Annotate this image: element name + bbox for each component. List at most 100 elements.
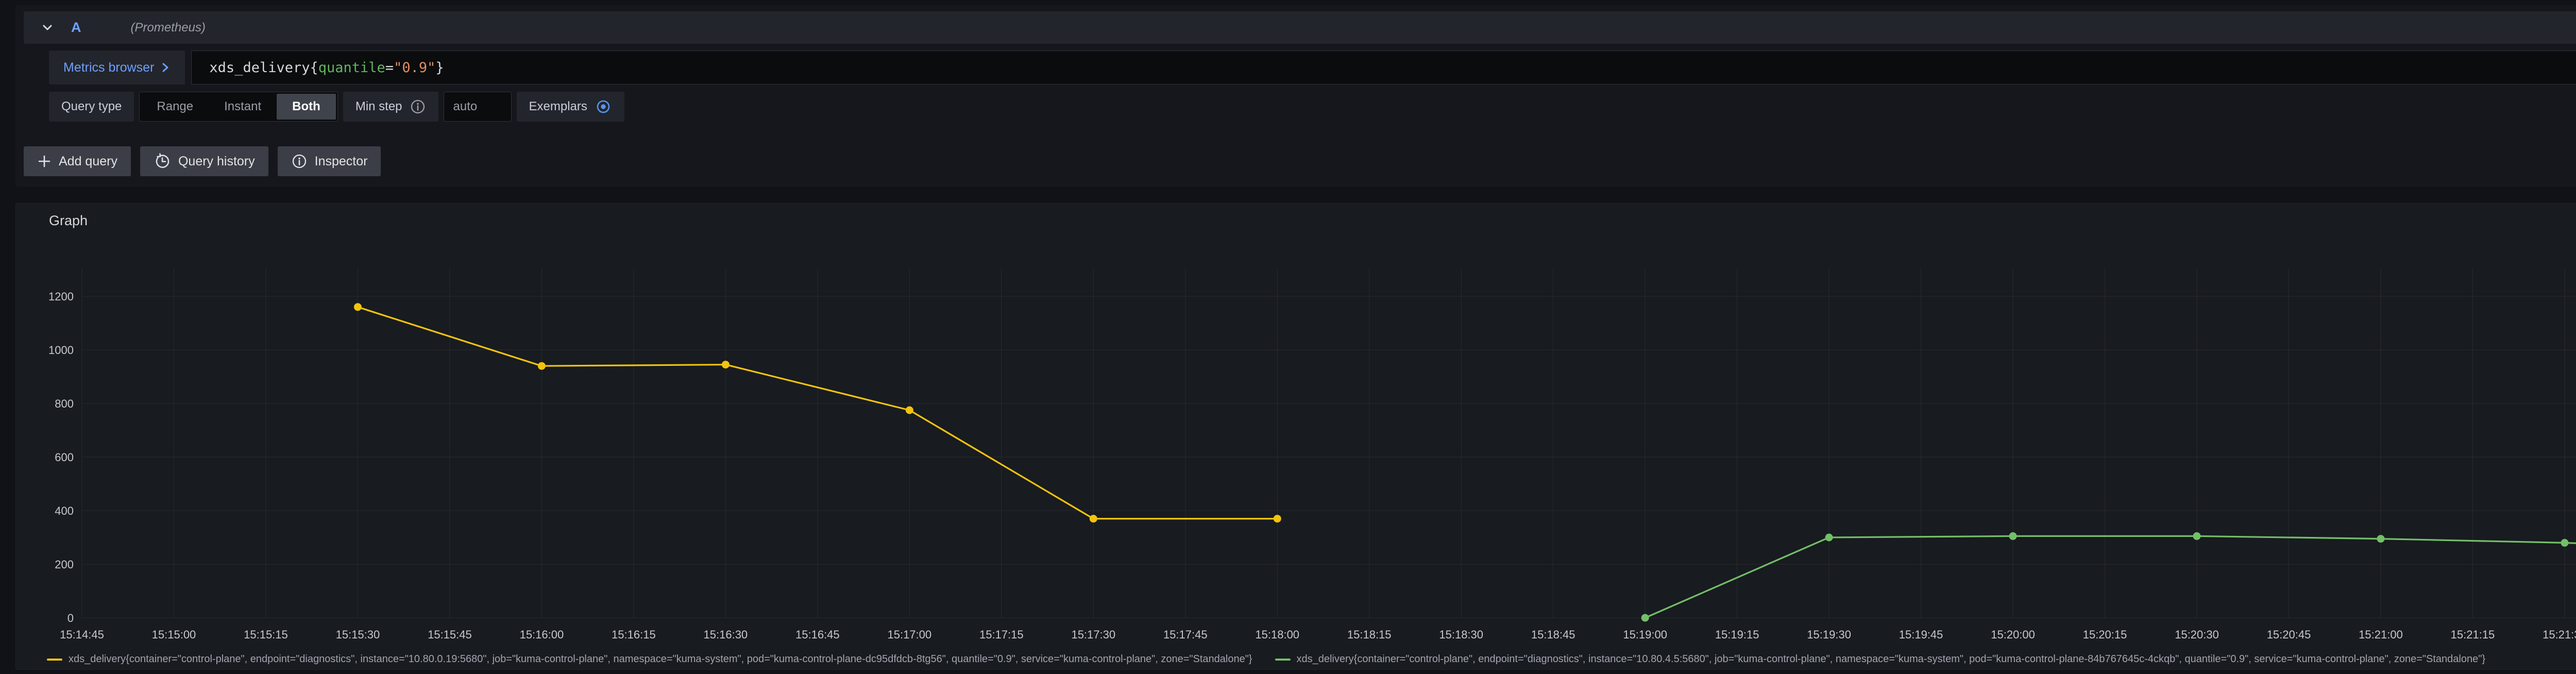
x-axis-tick-label: 15:18:30 — [1439, 628, 1483, 641]
legend-series-label: xds_delivery{container="control-plane", … — [69, 653, 1252, 665]
series-point[interactable] — [906, 407, 913, 414]
x-axis-tick-label: 15:20:00 — [1991, 628, 2035, 641]
series-point[interactable] — [1090, 515, 1097, 523]
angle-right-icon — [160, 61, 171, 74]
series-point[interactable] — [1825, 534, 1833, 542]
x-axis-tick-label: 15:16:15 — [612, 628, 656, 641]
x-axis-tick-label: 15:17:45 — [1163, 628, 1208, 641]
inspector-button[interactable]: Inspector — [278, 146, 381, 176]
legend-item[interactable]: xds_delivery{container="control-plane", … — [47, 653, 1252, 665]
y-axis-tick-label: 400 — [55, 504, 74, 517]
query-expression-row: Metrics browser xds_delivery{quantile="0… — [49, 50, 2576, 85]
x-axis-tick-label: 15:21:00 — [2359, 628, 2403, 641]
series-point[interactable] — [2377, 535, 2385, 543]
x-axis-tick-label: 15:15:45 — [428, 628, 472, 641]
x-axis-tick-label: 15:15:30 — [336, 628, 380, 641]
x-axis-tick-label: 15:20:30 — [2175, 628, 2219, 641]
add-query-button[interactable]: Add query — [24, 146, 131, 176]
series-point[interactable] — [2009, 532, 2017, 540]
history-icon — [154, 153, 171, 170]
y-axis-tick-label: 800 — [55, 397, 74, 410]
metrics-browser-button[interactable]: Metrics browser — [49, 50, 185, 85]
x-axis-tick-label: 15:18:15 — [1347, 628, 1392, 641]
x-axis-tick-label: 15:18:45 — [1531, 628, 1575, 641]
x-axis-tick-label: 15:18:00 — [1255, 628, 1299, 641]
series-point[interactable] — [2193, 532, 2201, 540]
x-axis-tick-label: 15:19:45 — [1899, 628, 1943, 641]
add-query-label: Add query — [59, 154, 117, 169]
metrics-browser-label: Metrics browser — [63, 60, 154, 75]
datasource-name: (Prometheus) — [131, 21, 206, 35]
x-axis-tick-label: 15:15:15 — [244, 628, 288, 641]
x-axis-tick-label: 15:17:00 — [887, 628, 931, 641]
legend-series-swatch — [1275, 659, 1291, 661]
y-axis-tick-label: 200 — [55, 558, 74, 571]
x-axis-tick-label: 15:16:45 — [795, 628, 840, 641]
x-axis-tick-label: 15:14:45 — [60, 628, 104, 641]
x-axis-tick-label: 15:17:30 — [1071, 628, 1115, 641]
query-refid: A — [71, 20, 81, 36]
graph-panel: Graph LinesBarsPointsStacked linesStacke… — [15, 203, 2576, 670]
query-type-label-chip: Query type — [49, 92, 134, 122]
series-point[interactable] — [2561, 539, 2568, 547]
query-expression-part: = — [385, 60, 394, 76]
query-row-header: A (Prometheus) ? — [24, 11, 2576, 44]
collapse-query-button[interactable] — [37, 18, 58, 38]
min-step-value: auto — [453, 99, 478, 114]
series-point[interactable] — [722, 361, 730, 368]
query-toolbar: Add query Query history Inspector — [24, 146, 381, 176]
min-step-label: Min step — [355, 99, 402, 114]
query-history-label: Query history — [178, 154, 255, 169]
query-expression-part: xds_delivery{ — [209, 60, 318, 76]
query-type-option-both[interactable]: Both — [277, 94, 336, 120]
info-circle-icon — [291, 153, 308, 170]
query-type-label: Query type — [61, 99, 122, 114]
x-axis-tick-label: 15:21:30 — [2543, 628, 2576, 641]
legend-series-swatch — [47, 659, 62, 661]
min-step-input[interactable]: auto — [444, 92, 512, 122]
exemplars-toggle-chip: Exemplars — [517, 92, 624, 122]
y-axis-tick-label: 1000 — [48, 344, 74, 357]
query-history-button[interactable]: Query history — [140, 146, 268, 176]
x-axis-tick-label: 15:21:15 — [2451, 628, 2495, 641]
query-expression-input[interactable]: xds_delivery{quantile="0.9"} — [191, 50, 2576, 85]
legend-item[interactable]: xds_delivery{container="control-plane", … — [1275, 653, 2486, 665]
series-point[interactable] — [1274, 515, 1281, 523]
query-editor-card: A (Prometheus) ? Metrics browser xds_d — [15, 5, 2576, 187]
x-axis-tick-label: 15:15:00 — [152, 628, 196, 641]
series-point[interactable] — [1641, 614, 1649, 622]
series-line — [1645, 536, 2576, 618]
time-series-plot[interactable]: 15:14:45 15:15:00 15:15:15 15:15:30 15:15:45… — [16, 238, 2576, 645]
graph-panel-title: Graph — [49, 213, 88, 229]
exemplars-label: Exemplars — [529, 99, 587, 114]
legend-series-label: xds_delivery{container="control-plane", … — [1297, 653, 2486, 665]
x-axis-tick-label: 15:20:15 — [2083, 628, 2127, 641]
exemplars-toggle-icon[interactable] — [595, 98, 612, 115]
x-axis-tick-label: 15:16:30 — [704, 628, 748, 641]
chevron-down-icon — [40, 20, 55, 36]
min-step-label-chip: Min step — [343, 92, 438, 122]
x-axis-tick-label: 15:16:00 — [520, 628, 564, 641]
query-expression-part: "0.9" — [394, 60, 435, 76]
x-axis-tick-label: 15:19:15 — [1715, 628, 1759, 641]
query-type-radio-group: RangeInstantBoth — [139, 92, 337, 122]
query-options-row: Query type RangeInstantBoth Min step aut… — [49, 92, 624, 122]
query-expression-part: quantile — [318, 60, 385, 76]
graph-legend: xds_delivery{container="control-plane", … — [47, 653, 2576, 665]
y-axis-tick-label: 1200 — [48, 290, 74, 303]
inspector-label: Inspector — [315, 154, 368, 169]
x-axis-tick-label: 15:20:45 — [2267, 628, 2311, 641]
plus-icon — [37, 154, 52, 168]
y-axis-tick-label: 0 — [67, 612, 74, 625]
graph-panel-header: Graph LinesBarsPointsStacked linesStacke… — [16, 204, 2576, 238]
query-type-option-instant[interactable]: Instant — [209, 94, 277, 120]
series-point[interactable] — [538, 362, 546, 370]
query-type-option-range[interactable]: Range — [141, 94, 209, 120]
x-axis-tick-label: 15:19:00 — [1623, 628, 1667, 641]
y-axis-tick-label: 600 — [55, 451, 74, 464]
query-expression-part: } — [435, 60, 444, 76]
info-icon[interactable] — [410, 98, 426, 115]
x-axis-tick-label: 15:19:30 — [1807, 628, 1851, 641]
x-axis-tick-label: 15:17:15 — [979, 628, 1024, 641]
series-point[interactable] — [354, 303, 362, 311]
